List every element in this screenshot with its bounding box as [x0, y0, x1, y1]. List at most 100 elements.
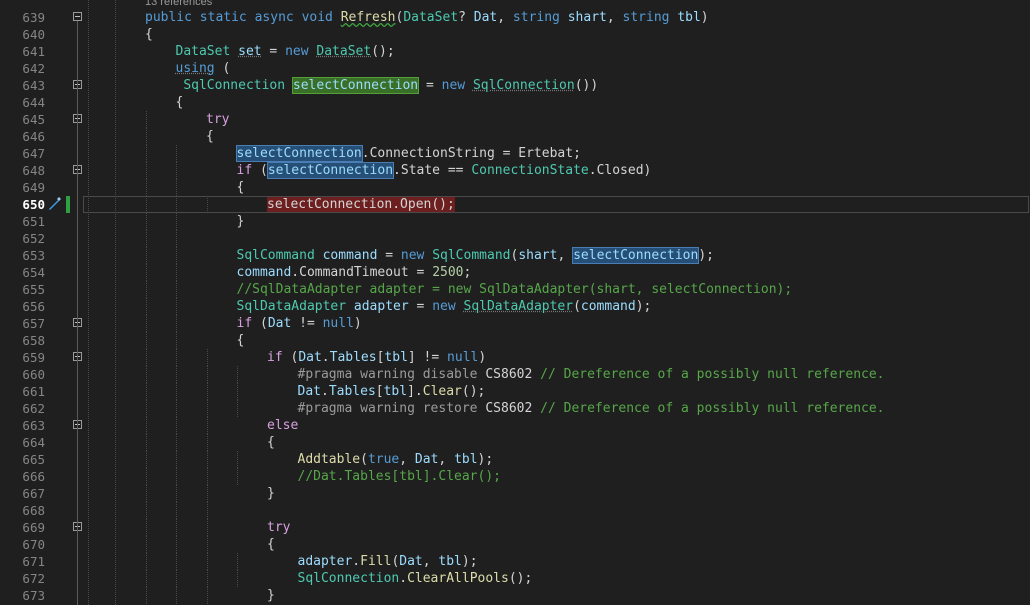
line-number: 667: [22, 486, 45, 501]
code-line[interactable]: 643 SqlConnection selectConnection = new…: [0, 77, 1030, 94]
code-token: {: [267, 435, 275, 450]
code-line[interactable]: 646 {: [0, 128, 1030, 145]
indent-guide: [176, 247, 177, 264]
code-text[interactable]: #pragma warning restore CS8602 // Derefe…: [298, 400, 885, 417]
code-line[interactable]: 666 //Dat.Tables[tbl].Clear();: [0, 468, 1030, 485]
code-editor[interactable]: 13 references 639 public static async voi…: [0, 0, 1030, 605]
code-line[interactable]: 665 Addtable(true, Dat, tbl);: [0, 451, 1030, 468]
code-line[interactable]: 639 public static async void Refresh(Data…: [0, 9, 1030, 26]
code-text[interactable]: {: [267, 536, 275, 553]
code-token: ;: [573, 146, 581, 161]
code-line[interactable]: 642 using (: [0, 60, 1030, 77]
indent-guide: [176, 417, 177, 434]
code-line[interactable]: 664 {: [0, 434, 1030, 451]
code-token: {: [145, 27, 153, 42]
code-line[interactable]: 657 if (Dat != null): [0, 315, 1030, 332]
code-line[interactable]: 659 if (Dat.Tables[tbl] != null): [0, 349, 1030, 366]
code-text[interactable]: if (Dat != null): [237, 315, 362, 332]
code-token: Addtable: [297, 452, 361, 467]
code-line[interactable]: 658 {: [0, 332, 1030, 349]
code-text[interactable]: Addtable(true, Dat, tbl);: [298, 451, 494, 468]
code-text[interactable]: }: [267, 587, 275, 604]
code-text[interactable]: try: [267, 519, 290, 536]
code-text[interactable]: selectConnection.Open();: [267, 196, 455, 213]
code-text[interactable]: {: [267, 434, 275, 451]
codelens-references[interactable]: 13 references: [145, 0, 212, 8]
indent-guide: [176, 281, 177, 298]
code-line[interactable]: 662 #pragma warning restore CS8602 // Der…: [0, 400, 1030, 417]
code-line[interactable]: 649 {: [0, 179, 1030, 196]
code-line[interactable]: 644 {: [0, 94, 1030, 111]
indent-guide: [176, 519, 177, 536]
code-text[interactable]: using (: [176, 60, 231, 77]
code-token: DataSet: [175, 44, 231, 59]
code-line[interactable]: 648 if (selectConnection.State == Connect…: [0, 162, 1030, 179]
pencil-brush-icon[interactable]: [47, 197, 61, 211]
code-line[interactable]: 645 try: [0, 111, 1030, 128]
code-text[interactable]: try: [206, 111, 229, 128]
code-text[interactable]: SqlConnection.ClearAllPools();: [298, 570, 533, 587]
code-line[interactable]: 653 SqlCommand command = new SqlCommand(s…: [0, 247, 1030, 264]
indent-guide: [176, 230, 177, 247]
code-text[interactable]: //SqlDataAdapter adapter = new SqlDataAd…: [237, 281, 793, 298]
code-token: CS8602: [485, 401, 533, 416]
code-line[interactable]: 655 //SqlDataAdapter adapter = new SqlDat…: [0, 281, 1030, 298]
code-line[interactable]: 651}: [0, 213, 1030, 230]
code-line[interactable]: 641 DataSet set = new DataSet();: [0, 43, 1030, 60]
line-number: 646: [22, 129, 45, 144]
code-text[interactable]: public static async void Refresh(DataSet…: [145, 9, 709, 26]
code-line[interactable]: 660 #pragma warning disable CS8602 // Der…: [0, 366, 1030, 383]
code-text[interactable]: command.CommandTimeout = 2500;: [237, 264, 472, 281]
code-line[interactable]: 668: [0, 502, 1030, 519]
indent-guide: [176, 570, 177, 587]
code-text[interactable]: {: [145, 26, 153, 43]
code-line[interactable]: 667}: [0, 485, 1030, 502]
code-text[interactable]: {: [237, 332, 245, 349]
code-text[interactable]: {: [206, 128, 214, 145]
code-line[interactable]: 673}: [0, 587, 1030, 604]
code-line[interactable]: 663 else: [0, 417, 1030, 434]
code-line[interactable]: 670 {: [0, 536, 1030, 553]
line-number: 639: [22, 10, 45, 25]
code-text[interactable]: SqlCommand command = new SqlCommand(shar…: [236, 247, 714, 264]
indent-guide: [206, 417, 208, 434]
code-text[interactable]: SqlConnection selectConnection = new Sql…: [176, 77, 598, 94]
code-text[interactable]: SqlDataAdapter adapter = new SqlDataAdap…: [237, 298, 652, 315]
code-text[interactable]: {: [176, 94, 184, 111]
code-token: new: [441, 78, 466, 93]
code-line[interactable]: 656 SqlDataAdapter adapter = new SqlDataA…: [0, 298, 1030, 315]
code-line[interactable]: 647 selectConnection.ConnectionString = E…: [0, 145, 1030, 162]
code-token: =: [408, 299, 433, 314]
code-line[interactable]: 654 command.CommandTimeout = 2500;: [0, 264, 1030, 281]
line-number: 659: [22, 350, 45, 365]
code-text[interactable]: adapter.Fill(Dat, tbl);: [298, 553, 478, 570]
code-text[interactable]: //Dat.Tables[tbl].Clear();: [298, 468, 502, 485]
fold-toggle[interactable]: [73, 12, 82, 21]
line-number: 671: [22, 554, 45, 569]
code-text[interactable]: {: [237, 179, 245, 196]
code-line[interactable]: 671 adapter.Fill(Dat, tbl);: [0, 553, 1030, 570]
code-text[interactable]: if (Dat.Tables[tbl] != null): [267, 349, 486, 366]
code-text[interactable]: else: [267, 417, 298, 434]
code-text[interactable]: selectConnection.ConnectionString = Erte…: [235, 145, 581, 162]
code-text[interactable]: #pragma warning disable CS8602 // Derefe…: [298, 366, 885, 383]
code-token: Dat: [414, 452, 439, 467]
code-text[interactable]: }: [267, 485, 275, 502]
code-line[interactable]: 652: [0, 230, 1030, 247]
code-token: static: [199, 10, 247, 25]
indent-guide: [145, 247, 147, 264]
code-token: SqlCommand: [236, 248, 315, 263]
code-line[interactable]: 672 SqlConnection.ClearAllPools();: [0, 570, 1030, 587]
code-text[interactable]: if (selectConnection.State == Connection…: [237, 162, 651, 179]
indent-guide: [237, 468, 238, 485]
indent-guide: [176, 485, 177, 502]
code-text[interactable]: DataSet set = new DataSet();: [176, 43, 395, 60]
code-line[interactable]: 650 selectConnection.Open();: [0, 196, 1030, 213]
indent-guide: [206, 400, 208, 417]
code-line[interactable]: 661 Dat.Tables[tbl].Clear();: [0, 383, 1030, 400]
code-text[interactable]: Dat.Tables[tbl].Clear();: [298, 383, 486, 400]
line-number: 644: [22, 95, 45, 110]
code-line[interactable]: 669 try: [0, 519, 1030, 536]
code-text[interactable]: }: [237, 213, 245, 230]
code-line[interactable]: 640 {: [0, 26, 1030, 43]
